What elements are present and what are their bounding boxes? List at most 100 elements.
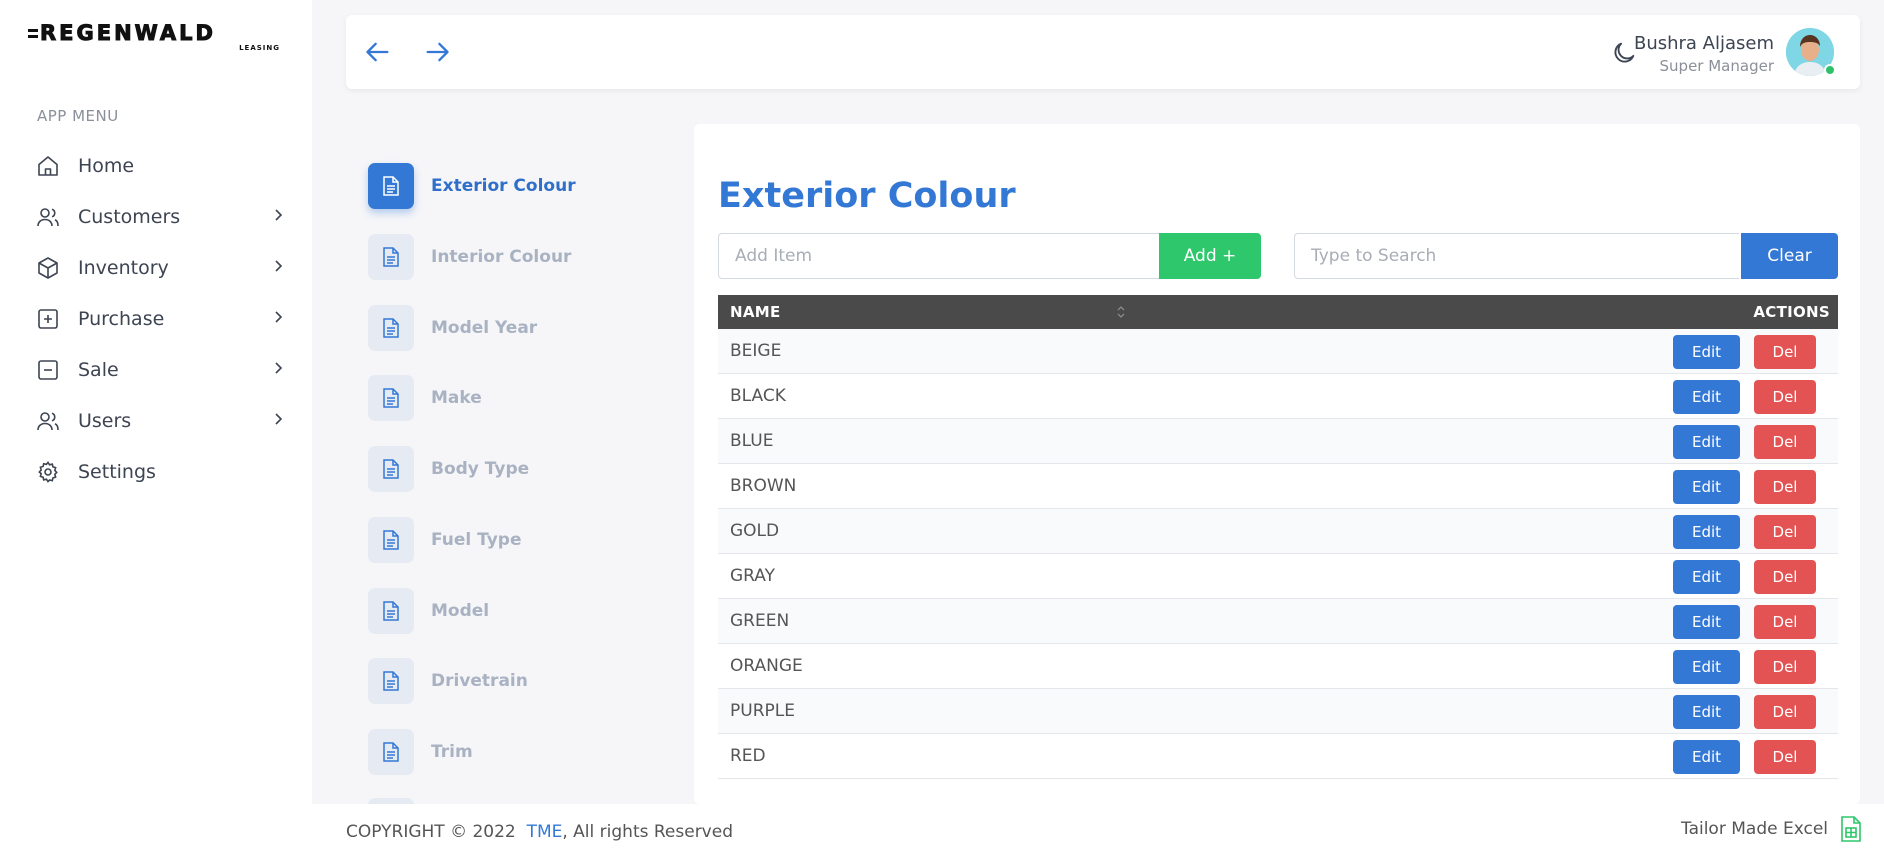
sidebar-item-label: Settings [78,460,156,483]
subnav-item-drivetrain[interactable]: Drivetrain [368,658,668,704]
delete-button[interactable]: Del [1754,425,1816,459]
copyright-suffix: , All rights Reserved [562,822,733,842]
back-button[interactable] [362,36,394,68]
sidebar-item-label: Purchase [78,307,165,330]
chevron-right-icon [275,209,283,221]
edit-button[interactable]: Edit [1673,740,1740,774]
delete-button[interactable]: Del [1754,560,1816,594]
table-row: GRAY Edit Del [718,554,1838,599]
brand-sub: LEASING [239,44,280,52]
spreadsheet-icon [1841,816,1861,842]
table-row: BLACK Edit Del [718,374,1838,419]
brand-logo[interactable]: REGENWALD LEASING [28,21,282,56]
box-icon [36,256,60,280]
subnav-item-model[interactable]: Model [368,588,668,634]
row-name: BLUE [730,431,774,451]
chevron-right-icon [275,362,283,374]
forward-button[interactable] [421,36,453,68]
column-header-actions: ACTIONS [1753,303,1830,321]
sidebar-item-label: Users [78,409,132,432]
subnav-item-interior-colour[interactable]: Interior Colour [368,234,668,280]
row-name: PURPLE [730,701,795,721]
edit-button[interactable]: Edit [1673,335,1740,369]
app-menu: Home Customers Inventory Purchase Sale U… [0,140,312,497]
copyright-prefix: COPYRIGHT © 2022 [346,822,516,842]
footer: COPYRIGHT © 2022 TME, All rights Reserve… [312,804,1884,854]
subnav-item-exterior-colour[interactable]: Exterior Colour [368,163,668,209]
table-row: PURPLE Edit Del [718,689,1838,734]
table-row: BROWN Edit Del [718,464,1838,509]
sidebar-item-customers[interactable]: Customers [0,191,312,242]
delete-button[interactable]: Del [1754,380,1816,414]
edit-button[interactable]: Edit [1673,515,1740,549]
chevron-right-icon [275,260,283,272]
table-header: NAME ACTIONS [718,295,1838,329]
table-row: BEIGE Edit Del [718,329,1838,374]
edit-button[interactable]: Edit [1673,470,1740,504]
delete-button[interactable]: Del [1754,605,1816,639]
sidebar-item-purchase[interactable]: Purchase [0,293,312,344]
subnav-item-fuel-type[interactable]: Fuel Type [368,517,668,563]
sidebar-item-label: Sale [78,358,119,381]
subnav-item-trim[interactable]: Trim [368,729,668,775]
delete-button[interactable]: Del [1754,650,1816,684]
row-name: GOLD [730,521,780,541]
table-row: GREEN Edit Del [718,599,1838,644]
gear-icon [36,460,60,484]
sidebar-item-sale[interactable]: Sale [0,344,312,395]
subnav-item-body-type[interactable]: Body Type [368,446,668,492]
document-icon [368,446,414,492]
sidebar-item-users[interactable]: Users [0,395,312,446]
sidebar-item-settings[interactable]: Settings [0,446,312,497]
topbar: Bushra Aljasem Super Manager [346,15,1860,89]
edit-button[interactable]: Edit [1673,425,1740,459]
subnav-item-model-year[interactable]: Model Year [368,305,668,351]
row-name: BLACK [730,386,786,406]
chevron-right-icon [275,311,283,323]
delete-button[interactable]: Del [1754,335,1816,369]
subnav-item-label: Drivetrain [431,671,528,691]
edit-button[interactable]: Edit [1673,605,1740,639]
document-icon [368,588,414,634]
copyright: COPYRIGHT © 2022 TME, All rights Reserve… [346,822,733,842]
copyright-link[interactable]: TME [527,822,563,842]
add-item-button[interactable]: Add + [1159,233,1261,279]
arrow-right-icon [426,42,449,62]
delete-button[interactable]: Del [1754,740,1816,774]
document-icon [368,305,414,351]
main-card: Exterior Colour Add + Clear NAME ACTIONS… [694,124,1860,804]
delete-button[interactable]: Del [1754,470,1816,504]
edit-button[interactable]: Edit [1673,560,1740,594]
column-header-name[interactable]: NAME [730,303,781,321]
sidebar-item-home[interactable]: Home [0,140,312,191]
document-icon [368,729,414,775]
footer-brand-text: Tailor Made Excel [1681,819,1828,839]
document-icon [368,234,414,280]
subnav-item-make[interactable]: Make [368,375,668,421]
edit-button[interactable]: Edit [1673,650,1740,684]
table-row: ORANGE Edit Del [718,644,1838,689]
page-title: Exterior Colour [718,176,1016,216]
sidebar-item-inventory[interactable]: Inventory [0,242,312,293]
edit-button[interactable]: Edit [1673,380,1740,414]
delete-button[interactable]: Del [1754,695,1816,729]
users-icon [36,205,60,229]
row-name: GREEN [730,611,790,631]
clear-button[interactable]: Clear [1741,233,1838,279]
subnav-item-label: Exterior Colour [431,176,576,196]
delete-button[interactable]: Del [1754,515,1816,549]
table-body: BEIGE Edit Del BLACK Edit Del BLUE Edit Del BROWN… [718,329,1838,779]
subnav-item-label: Trim [431,742,473,762]
document-icon [368,375,414,421]
sort-icon[interactable] [1116,302,1126,322]
edit-button[interactable]: Edit [1673,695,1740,729]
add-item-input[interactable] [718,233,1161,279]
table-row: GOLD Edit Del [718,509,1838,554]
sidebar: REGENWALD LEASING APP MENU Home Customer… [0,0,312,854]
online-status-dot [1824,64,1836,76]
subnav-item-label: Fuel Type [431,530,522,550]
search-input[interactable] [1294,233,1739,279]
row-name: BEIGE [730,341,782,361]
table-row: BLUE Edit Del [718,419,1838,464]
sidebar-item-label: Home [78,154,135,177]
